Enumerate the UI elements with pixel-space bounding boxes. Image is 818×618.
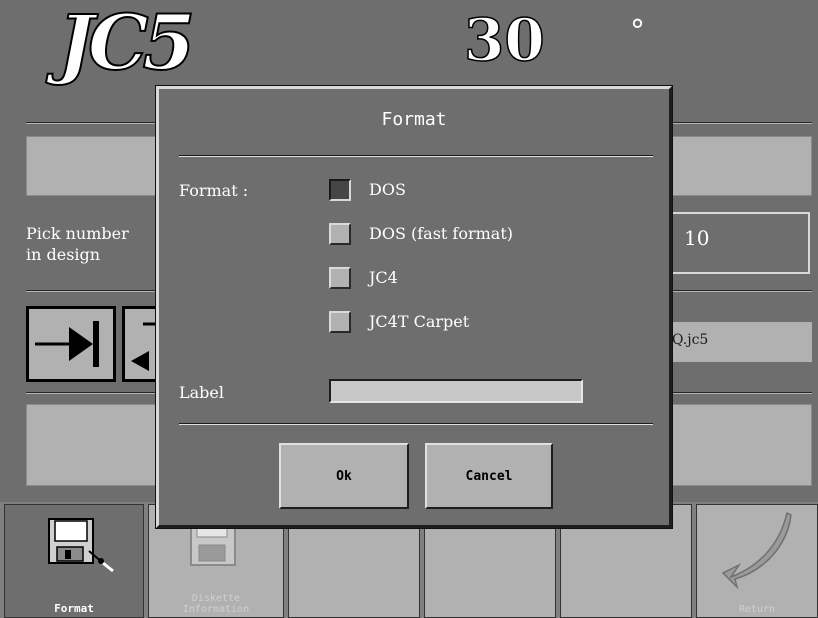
- dialog-title: Format: [381, 109, 447, 130]
- floppy-disk-icon: [48, 518, 114, 573]
- option-dos-fast-label: DOS (fast format): [369, 224, 514, 243]
- option-jc4t-carpet-checkbox[interactable]: [329, 311, 351, 333]
- diskette-information-label: Diskette Information: [182, 593, 250, 615]
- label-label: Label: [179, 383, 224, 402]
- app-logo: JC5: [57, 0, 196, 88]
- option-jc4-label: JC4: [369, 268, 398, 287]
- option-jc4t-carpet-label: JC4T Carpet: [369, 312, 470, 331]
- pick-number-label: Pick number in design: [26, 224, 129, 264]
- option-jc4-checkbox[interactable]: [329, 267, 351, 289]
- return-button[interactable]: Return: [696, 504, 818, 618]
- degree-symbol: °: [630, 14, 645, 49]
- option-dos-fast[interactable]: DOS (fast format): [329, 223, 629, 245]
- pick-number-field[interactable]: 10: [670, 212, 810, 274]
- format-button[interactable]: Format: [4, 504, 144, 618]
- return-arrow-icon: [721, 511, 792, 590]
- option-jc4t-carpet[interactable]: JC4T Carpet: [329, 311, 629, 333]
- format-label: Format :: [179, 181, 249, 200]
- cancel-button[interactable]: Cancel: [425, 443, 553, 509]
- format-dialog: Format Format : DOS DOS (fast format) JC…: [156, 86, 672, 528]
- option-dos-fast-checkbox[interactable]: [329, 223, 351, 245]
- arrow-to-end-icon: [35, 321, 99, 367]
- option-dos-label: DOS: [369, 180, 406, 199]
- option-dos[interactable]: DOS: [329, 179, 629, 201]
- dialog-divider: [179, 423, 653, 425]
- label-input[interactable]: [329, 379, 583, 403]
- format-button-label: Format: [54, 602, 94, 615]
- file-name-field: Q.jc5: [670, 322, 812, 362]
- return-button-label: Return: [738, 604, 776, 615]
- option-jc4[interactable]: JC4: [329, 267, 629, 289]
- next-step-button[interactable]: [26, 306, 116, 382]
- ok-button[interactable]: Ok: [279, 443, 409, 509]
- dialog-divider: [179, 155, 653, 157]
- option-dos-checkbox[interactable]: [329, 179, 351, 201]
- temperature-value: 30: [463, 5, 545, 75]
